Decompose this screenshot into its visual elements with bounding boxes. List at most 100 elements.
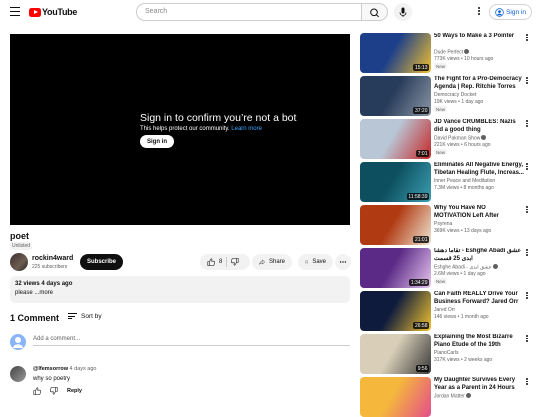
new-badge: New <box>434 63 448 69</box>
related-video-item[interactable]: 26:58 Can Faith REALLY Drive Your Busines… <box>360 291 536 331</box>
related-video-item[interactable]: 11:58:39 Eliminates All Negative Energy, … <box>360 162 536 202</box>
related-video-title[interactable]: Can Faith REALLY Drive Your Business For… <box>434 291 524 306</box>
settings-more-icon[interactable] <box>477 7 481 17</box>
related-channel[interactable]: Democracy Docket <box>434 92 476 98</box>
description-box[interactable]: 32 views 4 days ago please ...more <box>10 276 350 303</box>
related-channel-name: David Pakman Show <box>434 135 481 142</box>
more-vert-icon[interactable] <box>525 378 529 387</box>
related-channel[interactable]: Inner Peace and Meditation <box>434 178 495 184</box>
share-icon <box>259 259 265 266</box>
more-vert-icon[interactable] <box>525 292 529 301</box>
save-button[interactable]: Save <box>298 254 333 270</box>
more-vert-icon[interactable] <box>525 120 529 129</box>
microphone-icon <box>399 7 407 17</box>
video-player[interactable]: Sign in to confirm you’re not a bot This… <box>10 34 350 225</box>
video-thumbnail[interactable]: 1:34:29 <box>360 248 431 288</box>
video-thumbnail[interactable]: 11:58:39 <box>360 162 431 202</box>
like-count: 8 <box>219 259 223 265</box>
related-video-item[interactable]: 9:56 Explaining the Most Bizarre Piano Et… <box>360 334 536 374</box>
related-video-item[interactable]: My Daughter Survives Every Year as a Par… <box>360 377 536 417</box>
verified-icon <box>464 49 470 54</box>
subscribe-button[interactable]: Subscribe <box>80 254 124 270</box>
related-video-title[interactable]: Explaining the Most Bizarre Piano Etude … <box>434 334 524 349</box>
related-video-item[interactable]: 15:13 50 Ways to Make a 3 Pointer Dude Per… <box>360 33 536 73</box>
video-thumbnail[interactable]: 7:01 <box>360 119 431 159</box>
dislike-icon[interactable] <box>231 258 239 266</box>
comment-like-icon[interactable] <box>33 387 41 395</box>
like-dislike-bar: 8 <box>200 254 250 270</box>
video-thumbnail[interactable]: 9:56 <box>360 334 431 374</box>
new-badge: New <box>434 149 448 155</box>
search-button[interactable] <box>362 3 388 21</box>
related-channel-name: Jordan Matter <box>434 393 465 400</box>
youtube-logo[interactable]: YouTube <box>29 7 77 17</box>
player-sign-in-button[interactable]: Sign in <box>140 135 174 148</box>
comment-dislike-icon[interactable] <box>50 387 58 395</box>
related-video-item[interactable]: 7:01 JD Vance CRUMBLES: Nazis did a good … <box>360 119 536 159</box>
more-vert-icon[interactable] <box>525 77 529 86</box>
related-views-age: 317K views • 2 weeks ago <box>434 357 493 363</box>
views-date: 32 views 4 days ago <box>15 281 73 287</box>
video-thumbnail[interactable]: 21:01 <box>360 205 431 245</box>
related-video-item[interactable]: 21:01 Why You Have NO MOTIVATION Left Aft… <box>360 205 536 245</box>
add-comment-input[interactable]: Add a comment... <box>33 336 350 346</box>
voice-search-button[interactable] <box>394 3 412 21</box>
related-video-item[interactable]: 1:34:29 تقاما دهشا - Eshghe Abadi عشق ابد… <box>360 248 536 288</box>
related-video-title[interactable]: 50 Ways to Make a 3 Pointer <box>434 33 524 41</box>
video-duration: 15:13 <box>413 64 429 71</box>
video-duration: 21:01 <box>413 236 429 243</box>
menu-icon[interactable] <box>10 7 20 17</box>
top-bar: YouTube Search Sign in <box>0 0 540 24</box>
commenter-avatar[interactable] <box>10 366 26 382</box>
related-video-item[interactable]: 37:20 The Fight for a Pro-Democracy Agend… <box>360 76 536 116</box>
share-label: Share <box>268 259 285 265</box>
related-channel[interactable]: Jared Orr <box>434 307 455 313</box>
more-vert-icon[interactable] <box>525 249 529 258</box>
related-channel-name: Jared Orr <box>434 307 456 313</box>
related-channel[interactable]: PianoCarls <box>434 350 458 356</box>
related-views-age: 773K views • 10 hours ago <box>434 56 494 62</box>
related-views-age: 369K views • 13 days ago <box>434 228 492 234</box>
more-vert-icon[interactable] <box>525 34 529 43</box>
comment-author[interactable]: @lfemsorrow 4 days ago <box>33 366 96 372</box>
video-thumbnail[interactable]: 15:13 <box>360 33 431 73</box>
related-channel[interactable]: Jordan Matter <box>434 393 471 400</box>
related-channel[interactable]: David Pakman Show <box>434 135 487 142</box>
learn-more-link[interactable]: Learn more <box>231 126 262 132</box>
verified-icon <box>492 264 498 269</box>
video-title: poet <box>10 231 29 241</box>
video-thumbnail[interactable] <box>360 377 431 417</box>
bot-check-sub-text: This helps protect our community. <box>140 126 230 132</box>
related-channel[interactable]: Dude Perfect <box>434 49 470 56</box>
logo-text: YouTube <box>42 7 78 17</box>
more-vert-icon[interactable] <box>525 163 529 172</box>
video-duration: 37:20 <box>413 107 429 114</box>
related-video-title[interactable]: تقاما دهشا - Eshghe Abadi عشق ابدی 25 قس… <box>434 248 524 263</box>
channel-avatar[interactable] <box>10 253 28 271</box>
like-icon[interactable] <box>207 258 215 266</box>
related-channel-name: Psyrena <box>434 221 453 227</box>
related-video-title[interactable]: JD Vance CRUMBLES: Nazis did a good thin… <box>434 119 524 134</box>
video-thumbnail[interactable]: 37:20 <box>360 76 431 116</box>
sort-by-button[interactable]: Sort by <box>68 313 102 321</box>
video-thumbnail[interactable]: 26:58 <box>360 291 431 331</box>
related-views-age: 19K views • 1 day ago <box>434 99 484 105</box>
reply-button[interactable]: Reply <box>67 388 82 394</box>
search-input[interactable]: Search <box>136 3 362 21</box>
related-channel[interactable]: Psyrena <box>434 221 452 227</box>
related-video-title[interactable]: Eliminates All Negative Energy, Tibetan … <box>434 162 524 177</box>
share-button[interactable]: Share <box>252 254 292 270</box>
related-video-title[interactable]: Why You Have NO MOTIVATION Left After Sp… <box>434 205 524 220</box>
sign-in-button[interactable]: Sign in <box>489 4 532 20</box>
related-channel[interactable]: Eshghe Abadi - عشق ابدی <box>434 264 498 271</box>
comment-text: why so poetry <box>33 376 71 382</box>
sign-in-label: Sign in <box>506 8 526 16</box>
more-actions-button[interactable] <box>335 254 351 270</box>
more-vert-icon[interactable] <box>525 206 529 215</box>
save-label: Save <box>312 259 326 265</box>
new-badge: New <box>434 278 448 284</box>
more-vert-icon[interactable] <box>525 335 529 344</box>
related-video-title[interactable]: My Daughter Survives Every Year as a Par… <box>434 377 524 392</box>
related-video-title[interactable]: The Fight for a Pro-Democracy Agenda | R… <box>434 76 524 91</box>
channel-name[interactable]: rockin4ward <box>32 255 73 262</box>
